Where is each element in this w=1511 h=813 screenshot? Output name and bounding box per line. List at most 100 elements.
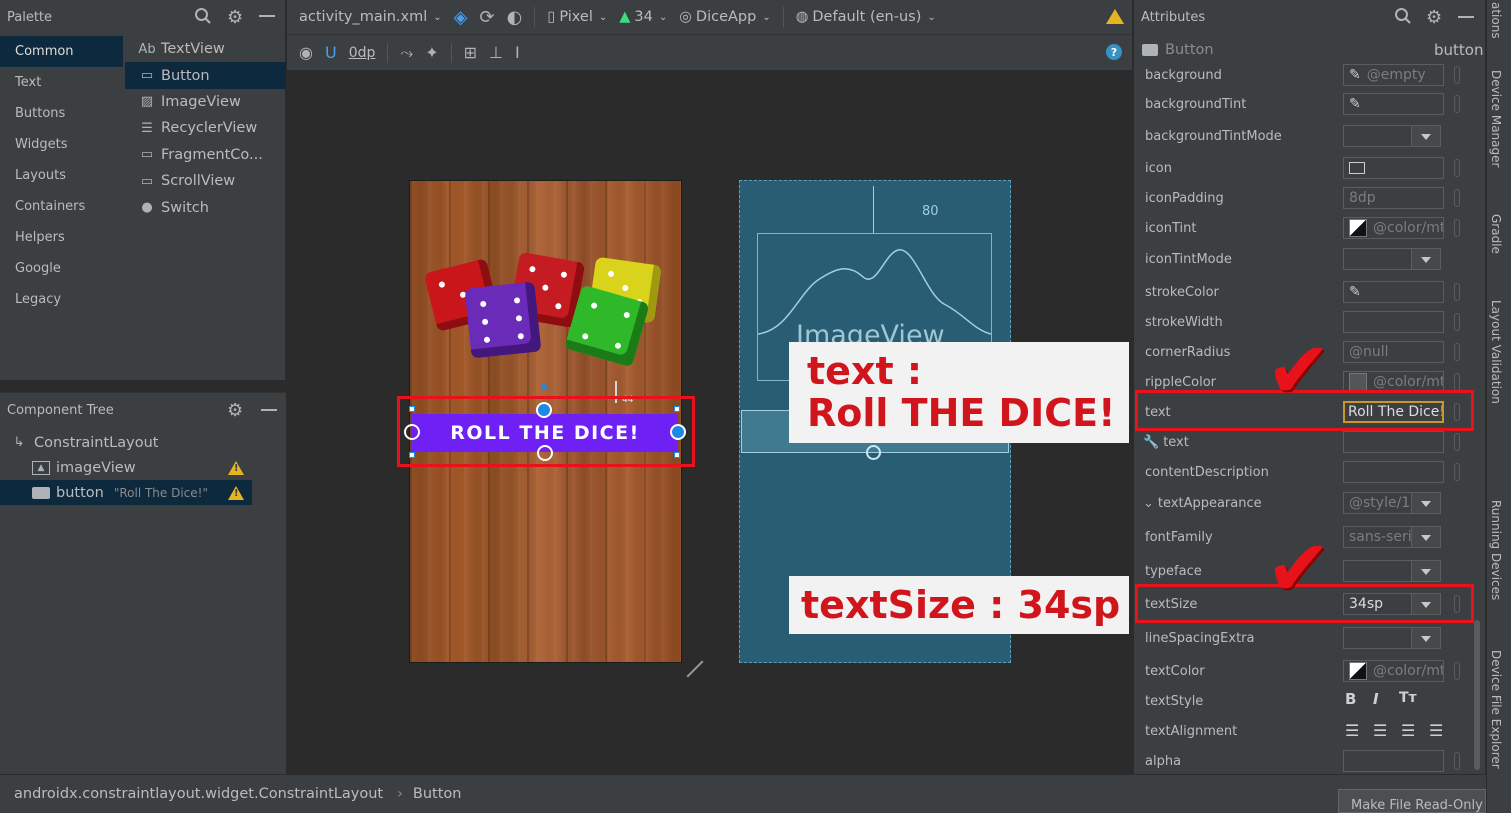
pin-icon[interactable] xyxy=(1454,219,1460,237)
night-mode-icon[interactable]: ◐ xyxy=(507,7,523,28)
sidetab-running-devices[interactable]: Running Devices xyxy=(1489,500,1503,600)
alpha-field[interactable] xyxy=(1343,750,1444,772)
sidetab-gradle[interactable]: Gradle xyxy=(1489,214,1503,254)
palette-item-button[interactable]: ▭ Button xyxy=(125,62,286,89)
palette-category-common[interactable]: Common xyxy=(0,36,123,67)
clear-constraints-icon[interactable]: ⤳ xyxy=(400,43,413,63)
pin-icon[interactable] xyxy=(1454,343,1460,361)
warning-icon[interactable] xyxy=(228,486,244,500)
bold-icon[interactable]: B xyxy=(1345,690,1356,708)
palette-item-fragment[interactable]: ▭ FragmentCo... xyxy=(125,142,286,168)
palette-category-legacy[interactable]: Legacy xyxy=(0,284,123,315)
textcolor-field[interactable]: @color/mt xyxy=(1343,660,1444,682)
eyedropper-icon[interactable]: ✎ xyxy=(1349,67,1361,83)
pin-icon[interactable] xyxy=(1454,752,1460,770)
cornerradius-field[interactable]: @null xyxy=(1343,341,1444,363)
search-icon[interactable] xyxy=(194,7,212,25)
pin-icon[interactable] xyxy=(1454,373,1460,391)
magnet-icon[interactable]: U xyxy=(325,43,337,62)
align-icon[interactable]: ⊞ xyxy=(464,43,477,62)
backgroundtintmode-dropdown[interactable] xyxy=(1343,125,1441,147)
palette-item-recyclerview[interactable]: ☰ RecyclerView xyxy=(125,115,286,141)
strokecolor-field[interactable]: ✎ xyxy=(1343,281,1444,303)
pin-icon[interactable] xyxy=(1454,662,1460,680)
pin-icon[interactable] xyxy=(1454,66,1460,84)
icon-field[interactable] xyxy=(1343,157,1444,179)
breadcrumb-leaf[interactable]: Button xyxy=(413,786,462,802)
baseline-icon[interactable]: Ⅰ xyxy=(515,43,520,62)
palette-item-switch[interactable]: ● Switch xyxy=(125,194,286,220)
icontint-field[interactable]: @color/mt xyxy=(1343,217,1444,239)
all-caps-icon[interactable]: Tт xyxy=(1399,690,1417,706)
minimize-icon[interactable] xyxy=(261,409,277,411)
minimize-icon[interactable] xyxy=(259,15,275,17)
bottom-constraint-handle[interactable] xyxy=(866,445,881,460)
image-icon[interactable] xyxy=(1349,162,1365,174)
tools-text-field[interactable] xyxy=(1343,431,1444,453)
pin-icon[interactable] xyxy=(1454,95,1460,113)
tree-item-constraintlayout[interactable]: ↳ ConstraintLayout xyxy=(0,430,252,455)
eyedropper-icon[interactable]: ✎ xyxy=(1349,284,1361,300)
api-selector[interactable]: ▲ 34 ⌄ xyxy=(619,9,667,25)
gear-icon[interactable]: ⚙ xyxy=(227,7,243,28)
sidetab-layout-validation[interactable]: Layout Validation xyxy=(1489,300,1503,404)
chevron-down-icon[interactable]: ⌄ xyxy=(1143,496,1154,511)
breadcrumb-root[interactable]: androidx.constraintlayout.widget.Constra… xyxy=(14,786,383,802)
iconpadding-field[interactable]: 8dp xyxy=(1343,187,1444,209)
warning-icon[interactable] xyxy=(1106,9,1124,24)
guidelines-icon[interactable]: ⊥ xyxy=(489,43,503,62)
palette-category-containers[interactable]: Containers xyxy=(0,191,123,222)
layers-icon[interactable]: ◈ xyxy=(454,7,468,28)
typeface-dropdown[interactable] xyxy=(1343,560,1441,582)
help-icon[interactable]: ? xyxy=(1106,44,1122,60)
pin-icon[interactable] xyxy=(1454,463,1460,481)
color-swatch-icon[interactable] xyxy=(1349,662,1367,680)
sidetab-notifications[interactable]: ations xyxy=(1489,2,1503,39)
pin-icon[interactable] xyxy=(1454,189,1460,207)
palette-category-widgets[interactable]: Widgets xyxy=(0,129,123,160)
align-center-icon[interactable]: ☰ xyxy=(1401,721,1415,740)
default-margin[interactable]: 0dp xyxy=(349,45,376,61)
locale-selector[interactable]: ◍ Default (en-us) ⌄ xyxy=(796,9,936,25)
palette-category-layouts[interactable]: Layouts xyxy=(0,160,123,191)
backgroundtint-field[interactable]: ✎ xyxy=(1343,93,1444,115)
italic-icon[interactable]: I xyxy=(1373,690,1379,708)
sidetab-device-file-explorer[interactable]: Device File Explorer xyxy=(1489,650,1503,769)
palette-category-google[interactable]: Google xyxy=(0,253,123,284)
pin-icon[interactable] xyxy=(1454,283,1460,301)
palette-item-imageview[interactable]: ▨ ImageView xyxy=(125,89,286,115)
align-right-icon[interactable]: ☰ xyxy=(1429,721,1443,740)
file-tab[interactable]: activity_main.xml ⌄ xyxy=(299,9,442,25)
textappearance-dropdown[interactable]: @style/1 xyxy=(1343,492,1441,514)
palette-category-helpers[interactable]: Helpers xyxy=(0,222,123,253)
pin-icon[interactable] xyxy=(1454,313,1460,331)
device-selector[interactable]: ▯ Pixel ⌄ xyxy=(547,9,607,25)
background-field[interactable]: ✎ @empty xyxy=(1343,64,1444,86)
tree-item-button[interactable]: button "Roll The Dice!" xyxy=(0,480,252,505)
palette-item-textview[interactable]: Ab TextView xyxy=(125,36,286,62)
fontfamily-dropdown[interactable]: sans-seri xyxy=(1343,526,1441,548)
align-left-icon[interactable]: ☰ xyxy=(1373,721,1387,740)
icontintmode-dropdown[interactable] xyxy=(1343,248,1441,270)
pin-icon[interactable] xyxy=(1454,159,1460,177)
strokewidth-field[interactable] xyxy=(1343,311,1444,333)
eye-icon[interactable]: ◉ xyxy=(299,43,313,62)
orientation-icon[interactable]: ⟳ xyxy=(480,7,495,28)
warning-icon[interactable] xyxy=(228,461,244,475)
pin-icon[interactable] xyxy=(1454,433,1460,451)
tree-item-imageview[interactable]: ▲ imageView xyxy=(0,455,252,480)
linespacingextra-dropdown[interactable] xyxy=(1343,627,1441,649)
color-swatch-icon[interactable] xyxy=(1349,373,1367,391)
sidetab-device-manager[interactable]: Device Manager xyxy=(1489,70,1503,167)
palette-item-scrollview[interactable]: ▭ ScrollView xyxy=(125,168,286,194)
contentdescription-field[interactable] xyxy=(1343,461,1444,483)
palette-category-buttons[interactable]: Buttons xyxy=(0,98,123,129)
theme-selector[interactable]: ◎ DiceApp ⌄ xyxy=(679,9,770,25)
color-swatch-icon[interactable] xyxy=(1349,219,1367,237)
attributes-scrollbar[interactable] xyxy=(1474,620,1480,770)
gear-icon[interactable]: ⚙ xyxy=(227,400,243,421)
eyedropper-icon[interactable]: ✎ xyxy=(1349,96,1361,112)
palette-category-text[interactable]: Text xyxy=(0,67,123,98)
magic-wand-icon[interactable]: ✦ xyxy=(425,43,438,62)
align-start-icon[interactable]: ☰ xyxy=(1345,721,1359,740)
